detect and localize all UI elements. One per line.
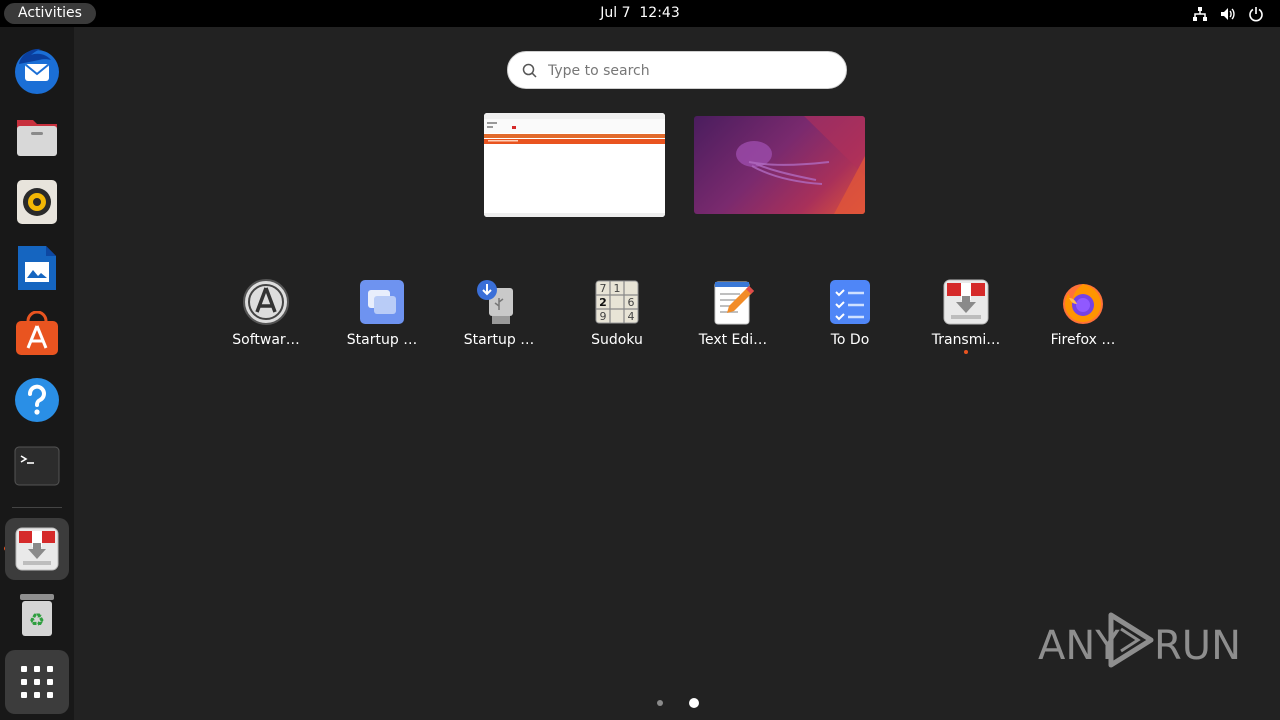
dock-item-app-center[interactable] xyxy=(5,303,69,365)
trash-icon: ♻ xyxy=(20,594,54,636)
transmission-icon xyxy=(15,527,59,571)
running-indicator xyxy=(964,350,968,354)
app-transmission[interactable]: Transmi… xyxy=(918,276,1014,366)
text-editor-icon xyxy=(714,281,754,325)
svg-text:♻: ♻ xyxy=(29,610,45,631)
volume-icon[interactable] xyxy=(1220,6,1236,22)
terminal-icon xyxy=(14,446,60,486)
watermark-text-left: ANY xyxy=(1038,623,1120,669)
rhythmbox-icon xyxy=(17,180,57,224)
show-apps-button[interactable] xyxy=(5,650,69,714)
grid-icon xyxy=(21,666,53,698)
dock-item-rhythmbox[interactable] xyxy=(5,171,69,233)
todo-icon xyxy=(830,280,870,324)
app-label: Softwar… xyxy=(232,332,300,348)
dock-item-trash[interactable]: ♻ xyxy=(5,584,69,646)
anyrun-watermark: ANY RUN xyxy=(1038,607,1241,675)
app-label: Startup … xyxy=(346,332,418,348)
clock-date: Jul 7 xyxy=(600,5,631,21)
app-label: Sudoku xyxy=(591,332,643,348)
transmission-icon xyxy=(943,279,989,325)
app-text-editor[interactable]: Text Edi… xyxy=(685,276,781,366)
firefox-icon xyxy=(1063,284,1103,324)
search-icon xyxy=(522,63,537,78)
top-bar: Activities Jul 7 12:43 xyxy=(0,0,1280,27)
dock-item-help[interactable] xyxy=(5,369,69,431)
dock-item-writer[interactable] xyxy=(5,237,69,299)
sudoku-digit: 9 xyxy=(600,310,607,323)
sudoku-icon: 7 1 2 6 9 4 xyxy=(595,280,639,324)
app-firefox[interactable]: Firefox … xyxy=(1035,276,1131,366)
page-indicator-2[interactable] xyxy=(689,698,699,708)
network-icon[interactable] xyxy=(1192,6,1208,22)
sudoku-digit: 7 xyxy=(600,282,607,295)
clock-time: 12:43 xyxy=(639,5,680,21)
watermark-text-right: RUN xyxy=(1154,623,1238,669)
search-bar[interactable] xyxy=(507,51,847,89)
dock-item-files[interactable] xyxy=(5,105,69,167)
power-icon[interactable] xyxy=(1248,6,1264,22)
app-label: Transmi… xyxy=(931,332,1001,348)
wallpaper-preview xyxy=(736,116,865,214)
sudoku-digit: 2 xyxy=(599,296,607,309)
app-label: To Do xyxy=(830,332,870,348)
app-startup-applications[interactable]: Startup … xyxy=(334,276,430,366)
startup-applications-icon xyxy=(360,280,404,324)
app-startup-disk-creator[interactable]: Startup … xyxy=(451,276,547,366)
sudoku-digit: 1 xyxy=(614,282,621,295)
dock: ♻ xyxy=(0,27,74,720)
workspace-thumbnail-2[interactable] xyxy=(694,116,865,214)
app-software-properties[interactable]: Softwar… xyxy=(218,276,314,366)
thunderbird-icon xyxy=(15,48,59,94)
app-label: Firefox … xyxy=(1050,332,1116,348)
app-center-icon xyxy=(16,311,58,355)
system-tray[interactable] xyxy=(1192,4,1264,23)
dock-separator xyxy=(12,507,62,508)
dock-item-terminal[interactable] xyxy=(5,435,69,497)
page-indicator-1[interactable] xyxy=(657,700,663,706)
app-label: Startup … xyxy=(463,332,535,348)
window-preview xyxy=(484,113,665,217)
workspace-thumbnail-1[interactable] xyxy=(484,113,665,217)
app-label: Text Edi… xyxy=(698,332,768,348)
startup-disk-creator-icon xyxy=(477,280,513,324)
writer-icon xyxy=(18,246,56,290)
help-icon xyxy=(15,378,59,422)
sudoku-digit: 6 xyxy=(628,296,635,309)
app-sudoku[interactable]: 7 1 2 6 9 4 Sudoku xyxy=(569,276,665,366)
dock-item-thunderbird[interactable] xyxy=(5,39,69,101)
app-todo[interactable]: To Do xyxy=(802,276,898,366)
sudoku-digit: 4 xyxy=(628,310,635,323)
clock-button[interactable]: Jul 7 12:43 xyxy=(600,5,680,21)
software-properties-icon xyxy=(243,279,289,325)
activities-button[interactable]: Activities xyxy=(4,3,96,24)
files-icon xyxy=(17,120,57,156)
dock-item-transmission[interactable] xyxy=(5,518,69,580)
search-input[interactable] xyxy=(548,60,828,82)
clock: Jul 7 12:43 xyxy=(0,0,1280,27)
